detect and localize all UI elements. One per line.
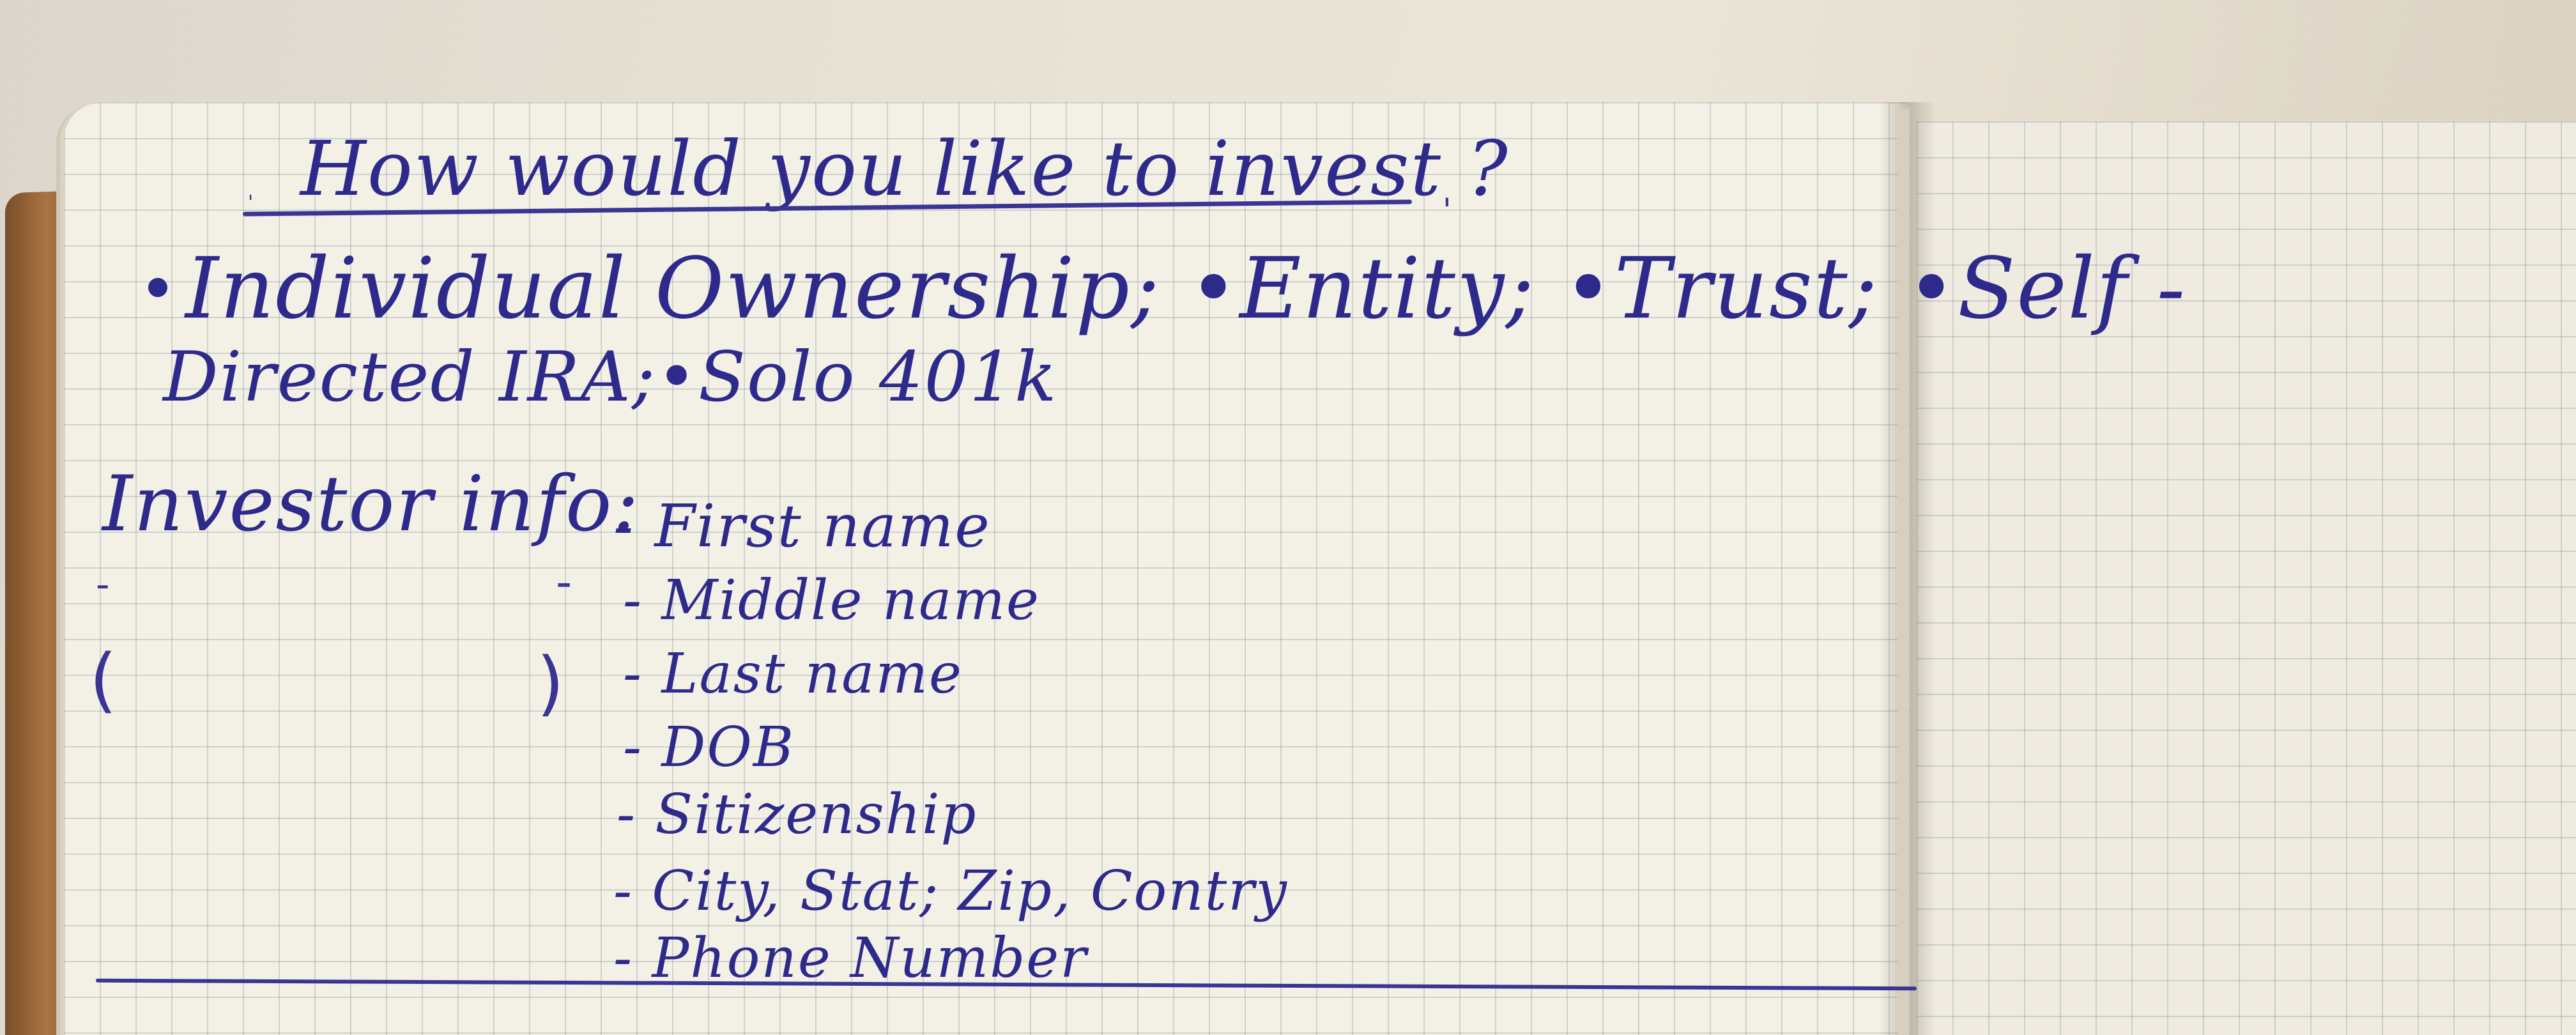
field-first-name: - First name	[613, 492, 991, 560]
field-citizenship: - Sitizenship	[617, 783, 977, 847]
investment-options-line-1: Individual Ownership; •Entity; •Trust; •…	[185, 240, 2187, 338]
bullet-dot	[148, 278, 167, 297]
margin-tick-mark: '	[1443, 192, 1452, 229]
page-heading: How would you like to invest ?	[300, 125, 1509, 213]
bracket-left-mark: (	[89, 639, 117, 721]
dash-mark: -	[556, 556, 572, 608]
field-last-name: - Last name	[623, 642, 963, 706]
photo-scene: How would you like to invest ? ' ' Indiv…	[0, 0, 2576, 1035]
investor-info-label: Investor info:	[102, 460, 640, 549]
bracket-right-mark: )	[537, 642, 564, 724]
investment-options-line-2: Directed IRA;•Solo 401k	[163, 337, 1058, 417]
field-city-state-zip-country: - City, Stat; Zip, Contry	[613, 859, 1288, 923]
margin-dash-mark: -	[96, 562, 110, 607]
field-middle-name: - Middle name	[623, 569, 1040, 632]
margin-tick-mark: '	[248, 192, 254, 214]
field-dob: - DOB	[623, 716, 795, 779]
